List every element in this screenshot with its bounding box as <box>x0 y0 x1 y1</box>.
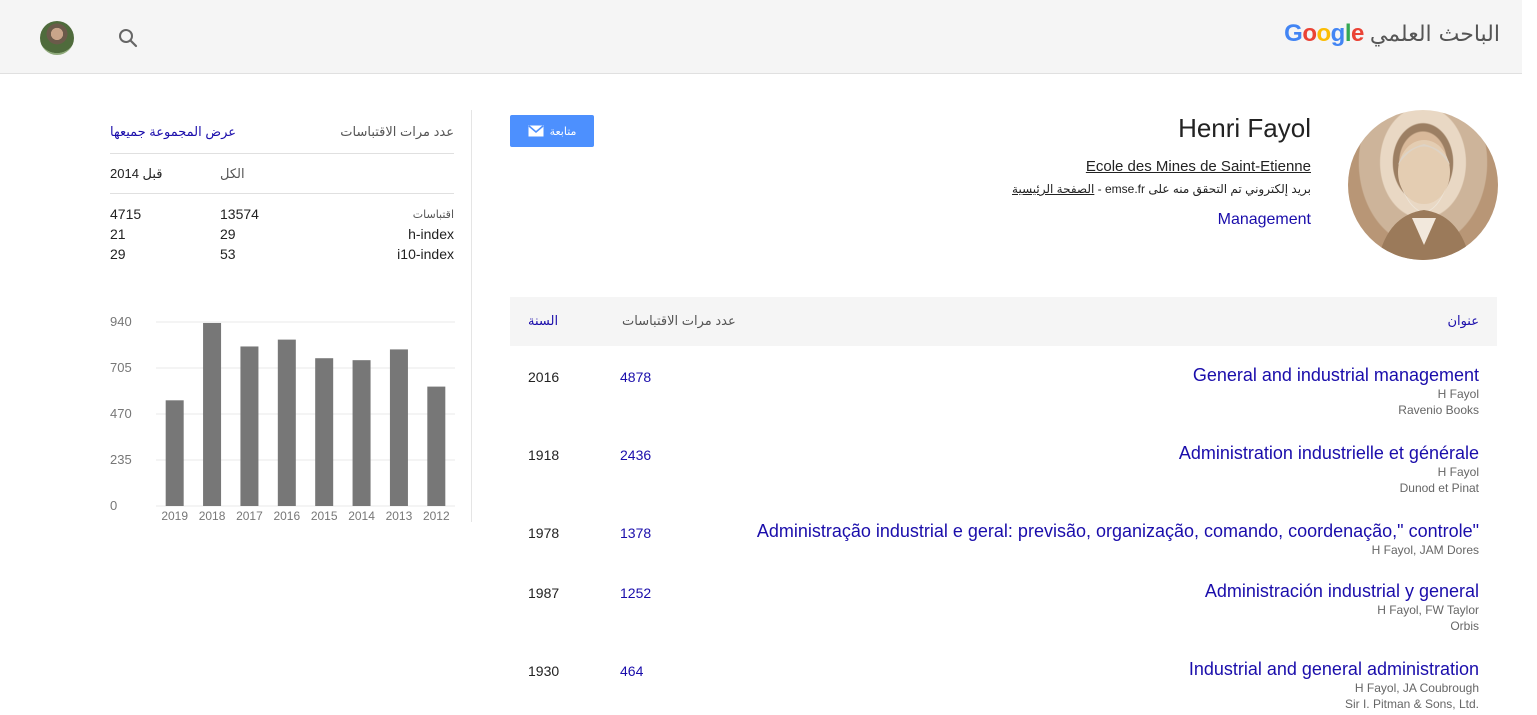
article-venue: Ravenio Books <box>1398 403 1479 417</box>
article-venue: Orbis <box>1450 619 1479 633</box>
sort-by-title[interactable]: عنوان <box>1447 313 1479 329</box>
stat-since: 4715 <box>110 206 142 222</box>
article-title-link[interactable]: Industrial and general administration <box>1189 659 1479 680</box>
logo-letter: o <box>1316 20 1332 47</box>
verified-email: بريد إلكتروني تم التحقق منه على emse.fr … <box>1012 182 1311 196</box>
chart-bar <box>240 346 259 506</box>
stat-label: i10-index <box>397 246 454 262</box>
column-divider <box>471 110 472 522</box>
logo-letter: g <box>1330 20 1346 47</box>
article-authors: H Fayol <box>1437 465 1479 479</box>
chart-bar <box>427 386 446 506</box>
chart-bar <box>277 339 296 506</box>
google-logo: Google <box>1284 20 1364 48</box>
x-tick-label: 2014 <box>348 509 375 523</box>
stats-row-citations: 4715 13574 اقتباسات <box>110 204 454 224</box>
sort-by-year[interactable]: السنة <box>528 313 558 329</box>
envelope-icon <box>528 125 544 137</box>
logo-letter: o <box>1302 20 1317 47</box>
article-title-link[interactable]: General and industrial management <box>1193 365 1479 386</box>
stat-all: 53 <box>220 246 236 262</box>
citation-stats-columns: قبل 2014 الكل <box>110 154 454 194</box>
stat-since: 21 <box>110 226 126 242</box>
article-authors: H Fayol <box>1437 387 1479 401</box>
y-tick-label: 0 <box>110 498 117 513</box>
citation-stats-header: عرض المجموعة جميعها عدد مرات الاقتباسات <box>110 112 454 154</box>
article-title-link[interactable]: Administration industrielle et générale <box>1179 443 1479 464</box>
article-venue: Sir I. Pitman & Sons, Ltd. <box>1344 697 1479 711</box>
article-authors: H Fayol, JA Coubrough <box>1354 681 1479 695</box>
chart-bar <box>389 349 408 506</box>
avatar[interactable] <box>40 21 74 55</box>
homepage-link[interactable]: الصفحة الرئيسية <box>1012 182 1094 196</box>
article-authors: H Fayol, FW Taylor <box>1377 603 1479 617</box>
article-cites-link[interactable]: 1252 <box>620 585 651 601</box>
articles-table-header: السنة عدد مرات الاقتباسات عنوان <box>510 297 1497 346</box>
stat-since: 29 <box>110 246 126 262</box>
article-year: 1918 <box>528 447 560 463</box>
follow-button[interactable]: متابعة <box>510 115 594 147</box>
article-year: 2016 <box>528 369 560 385</box>
y-tick-label: 705 <box>110 360 132 375</box>
stats-row-i10-index: 29 53 i10-index <box>110 244 454 264</box>
profile-name: Henri Fayol <box>1178 113 1311 143</box>
chart-bar <box>315 358 334 506</box>
stat-label: اقتباسات <box>412 208 454 221</box>
col-all: الكل <box>220 165 245 181</box>
y-tick-label: 235 <box>110 452 132 467</box>
citation-stats-title: عدد مرات الاقتباسات <box>340 124 454 139</box>
article-year: 1987 <box>528 585 560 601</box>
profile-photo <box>1348 110 1498 260</box>
x-tick-label: 2015 <box>311 509 338 523</box>
article-cites-link[interactable]: 464 <box>620 663 643 679</box>
y-tick-label: 940 <box>110 314 132 329</box>
follow-label: متابعة <box>549 125 577 138</box>
x-tick-label: 2013 <box>386 509 413 523</box>
col-cited-by: عدد مرات الاقتباسات <box>622 313 736 328</box>
email-text: بريد إلكتروني تم التحقق منه على emse.fr … <box>1094 182 1311 196</box>
x-tick-label: 2016 <box>273 509 300 523</box>
chart-bar <box>352 360 371 506</box>
affiliation-link[interactable]: Ecole des Mines de Saint-Etienne <box>1086 158 1311 175</box>
stats-row-h-index: 21 29 h-index <box>110 224 454 244</box>
interest-link[interactable]: Management <box>1218 211 1311 229</box>
article-cites-link[interactable]: 2436 <box>620 447 651 463</box>
article-title-link[interactable]: Administración industrial y general <box>1205 581 1479 602</box>
logo-letter: G <box>1284 20 1303 47</box>
logo-letter: e <box>1351 20 1364 47</box>
view-all-link[interactable]: عرض المجموعة جميعها <box>110 124 236 140</box>
article-title-link[interactable]: Administração industrial e geral: previs… <box>757 521 1479 542</box>
article-year: 1930 <box>528 663 560 679</box>
article-cites-link[interactable]: 1378 <box>620 525 651 541</box>
article-authors: H Fayol, JAM Dores <box>1371 543 1479 557</box>
x-tick-label: 2019 <box>161 509 188 523</box>
scholar-label: الباحث العلمي <box>1369 22 1500 47</box>
search-icon[interactable] <box>116 26 140 50</box>
stat-label: h-index <box>408 226 454 242</box>
stat-all: 13574 <box>220 206 259 222</box>
citation-stats: عرض المجموعة جميعها عدد مرات الاقتباسات … <box>110 112 454 264</box>
article-venue: Dunod et Pinat <box>1399 481 1479 495</box>
article-cites-link[interactable]: 4878 <box>620 369 651 385</box>
x-tick-label: 2012 <box>423 509 450 523</box>
article-year: 1978 <box>528 525 560 541</box>
top-bar: Google الباحث العلمي <box>0 0 1522 74</box>
col-since: قبل 2014 <box>110 165 163 181</box>
scholar-logo[interactable]: Google الباحث العلمي <box>1284 20 1500 52</box>
y-tick-label: 470 <box>110 406 132 421</box>
chart-bar <box>203 322 222 506</box>
x-tick-label: 2017 <box>236 509 263 523</box>
citations-bar-chart: 0 235 470 705 940 2019 2018 2017 2016 2015 2014 201… <box>110 314 455 523</box>
stat-all: 29 <box>220 226 236 242</box>
chart-bar <box>165 400 184 506</box>
x-tick-label: 2018 <box>199 509 226 523</box>
